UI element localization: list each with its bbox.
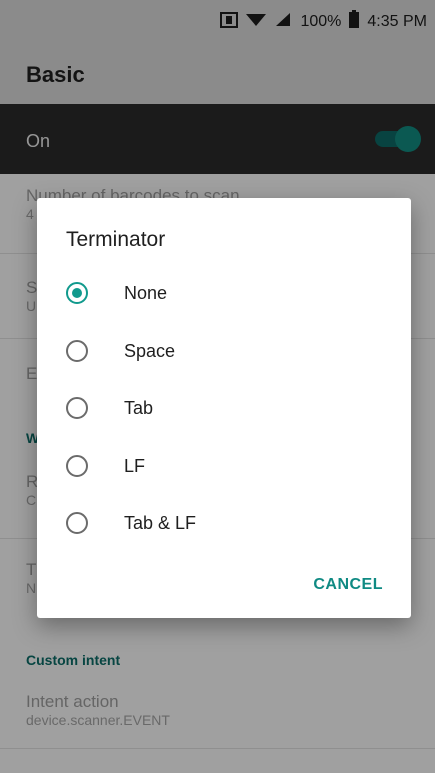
option-tab[interactable]: Tab <box>66 388 153 428</box>
option-label: Tab <box>124 397 154 418</box>
dialog-title: Terminator <box>66 228 166 251</box>
radio-checked-icon[interactable] <box>66 282 88 304</box>
radio-unchecked-icon[interactable] <box>66 340 88 362</box>
terminator-dialog: Terminator None Space Tab LF Tab & LF CA… <box>37 198 411 618</box>
option-none[interactable]: None <box>66 273 167 313</box>
option-label: Space <box>124 340 176 361</box>
option-label: Tab & LF <box>124 512 197 533</box>
option-lf[interactable]: LF <box>66 446 145 486</box>
radio-unchecked-icon[interactable] <box>66 512 88 534</box>
option-label: None <box>124 282 168 303</box>
option-label: LF <box>124 455 146 476</box>
radio-unchecked-icon[interactable] <box>66 397 88 419</box>
option-space[interactable]: Space <box>66 331 175 371</box>
cancel-button[interactable]: CANCEL <box>313 576 383 594</box>
option-tab-lf[interactable]: Tab & LF <box>66 503 196 543</box>
radio-unchecked-icon[interactable] <box>66 455 88 477</box>
